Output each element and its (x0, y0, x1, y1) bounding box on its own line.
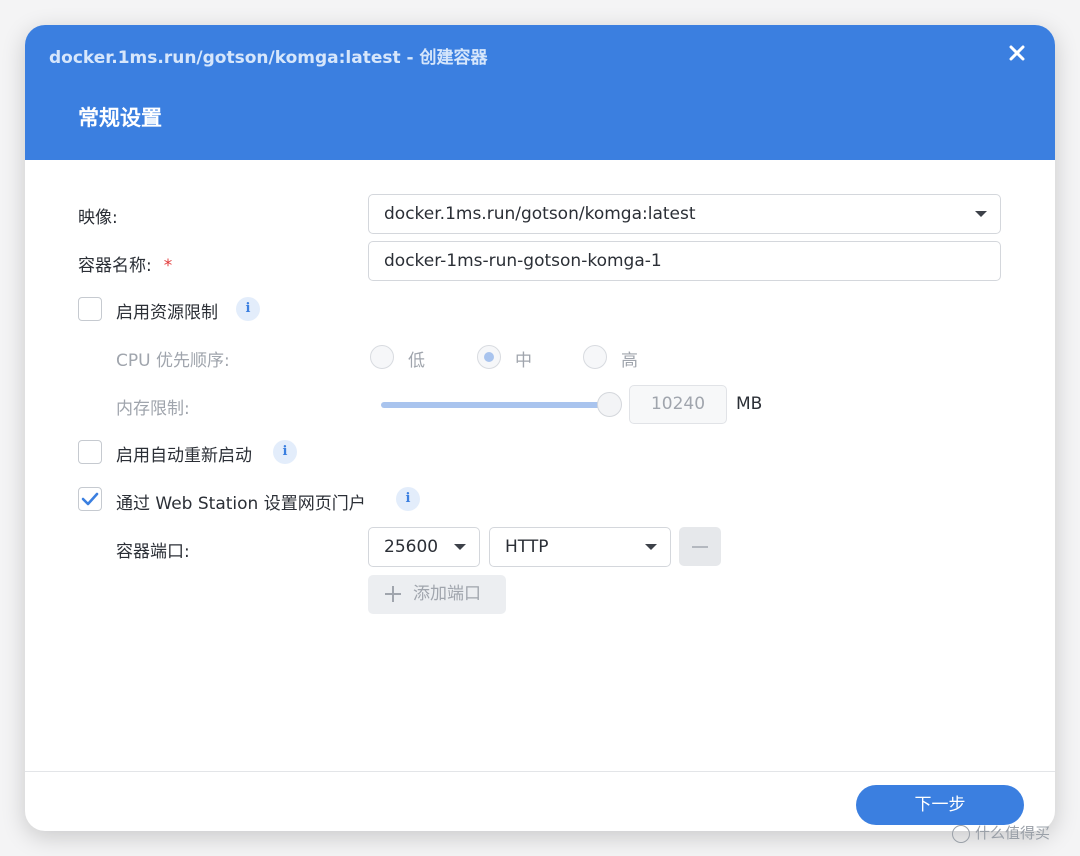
cpu-priority-medium-radio[interactable] (477, 345, 501, 369)
cpu-priority-high-radio[interactable] (583, 345, 607, 369)
auto-restart-checkbox[interactable] (78, 440, 102, 464)
close-icon[interactable] (1003, 39, 1031, 67)
watermark: 什么值得买 (952, 822, 1050, 843)
image-value: docker.1ms.run/gotson/komga:latest (384, 204, 696, 224)
chevron-down-icon (454, 544, 466, 550)
web-station-label: 通过 Web Station 设置网页门户 (116, 494, 366, 514)
container-name-label-text: 容器名称: (78, 256, 152, 276)
cpu-priority-label: CPU 优先顺序: (116, 351, 230, 371)
info-icon[interactable]: i (236, 297, 260, 321)
watermark-text: 什么值得买 (975, 824, 1051, 842)
add-port-button[interactable]: 添加端口 (368, 575, 506, 614)
protocol-select[interactable]: HTTP (489, 527, 671, 567)
auto-restart-label: 启用自动重新启动 (116, 446, 252, 466)
resource-limit-checkbox[interactable] (78, 297, 102, 321)
next-button[interactable]: 下一步 (856, 785, 1024, 825)
container-name-value: docker-1ms-run-gotson-komga-1 (384, 251, 662, 271)
watermark-logo-icon (952, 824, 970, 843)
window-title: docker.1ms.run/gotson/komga:latest - 创建容… (49, 48, 488, 68)
web-station-checkbox[interactable] (78, 487, 102, 511)
required-mark: * (163, 256, 173, 276)
image-label: 映像: (78, 208, 118, 228)
container-name-label: 容器名称: * (78, 251, 172, 276)
cpu-priority-low-label: 低 (408, 351, 425, 371)
create-container-dialog: docker.1ms.run/gotson/komga:latest - 创建容… (25, 25, 1055, 831)
info-icon[interactable]: i (396, 487, 420, 511)
info-icon[interactable]: i (273, 440, 297, 464)
resource-limit-label: 启用资源限制 (116, 303, 218, 323)
container-port-value: 25600 (384, 537, 439, 557)
section-heading: 常规设置 (78, 106, 162, 130)
chevron-down-icon (645, 544, 657, 550)
cpu-priority-high-label: 高 (621, 351, 638, 371)
plus-icon (385, 586, 401, 602)
protocol-value: HTTP (505, 537, 549, 557)
memory-limit-label: 内存限制: (116, 399, 190, 419)
memory-unit: MB (736, 394, 763, 414)
cpu-priority-medium-label: 中 (515, 351, 532, 371)
checkmark-icon (81, 492, 99, 506)
container-port-label: 容器端口: (116, 542, 190, 562)
memory-limit-input[interactable]: 10240 (629, 385, 727, 424)
cpu-priority-low-radio[interactable] (370, 345, 394, 369)
footer-divider (25, 771, 1055, 772)
container-port-select[interactable]: 25600 (368, 527, 480, 567)
chevron-down-icon (975, 211, 987, 217)
remove-port-button[interactable] (679, 527, 721, 566)
container-name-input[interactable]: docker-1ms-run-gotson-komga-1 (368, 241, 1001, 281)
memory-slider-track[interactable] (381, 402, 611, 408)
dialog-header: docker.1ms.run/gotson/komga:latest - 创建容… (25, 25, 1055, 160)
image-select[interactable]: docker.1ms.run/gotson/komga:latest (368, 194, 1001, 234)
memory-slider-thumb[interactable] (597, 392, 622, 417)
add-port-label: 添加端口 (413, 584, 481, 604)
